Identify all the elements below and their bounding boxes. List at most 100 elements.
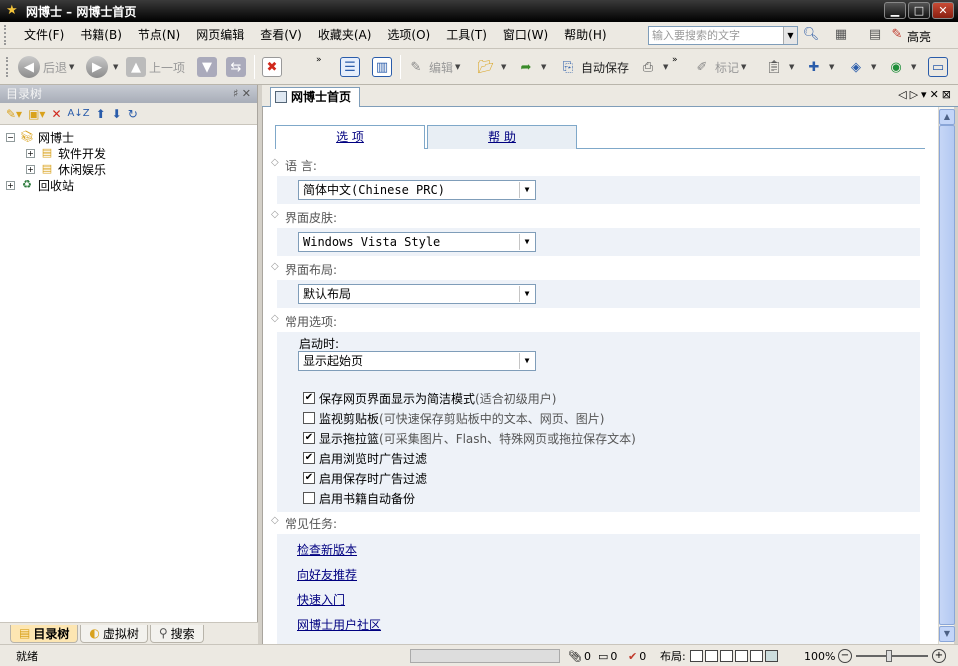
capture-button[interactable]: ✚ ▼	[804, 54, 835, 80]
zoom-slider-thumb[interactable]	[886, 650, 892, 662]
menu-window[interactable]: 窗口(W)	[495, 22, 556, 48]
chevron-down-icon[interactable]: ▼	[519, 182, 534, 198]
print-button[interactable]: ⎙ ▼	[638, 54, 669, 80]
search-input[interactable]: 输入要搜索的文字 ▼	[648, 26, 798, 45]
menu-favorites[interactable]: 收藏夹(A)	[310, 22, 380, 48]
skin-select[interactable]: Windows Vista Style ▼	[298, 232, 536, 252]
layout-option-icon[interactable]	[689, 650, 703, 662]
view-mode-button[interactable]: ☰	[340, 54, 363, 80]
layout-select[interactable]: 默认布局 ▼	[298, 284, 536, 304]
scroll-thumb[interactable]	[939, 125, 955, 625]
checkbox-drag-basket[interactable]: ✔ 显示拖拉篮 (可采集图片、Flash、特殊网页或拖拉保存文本)	[303, 429, 636, 447]
stop-button[interactable]: ✖	[262, 54, 285, 80]
link-check-update[interactable]: 检查新版本	[297, 541, 357, 558]
link-quick-start[interactable]: 快速入门	[297, 591, 345, 608]
menu-options[interactable]: 选项(O)	[379, 22, 438, 48]
menu-books[interactable]: 书籍(B)	[72, 22, 130, 48]
checkbox[interactable]: ✔	[303, 392, 315, 404]
export-button[interactable]: ➦ ▼	[516, 54, 547, 80]
close-button[interactable]: ✕	[932, 2, 954, 19]
tab-home-page[interactable]: 网博士首页	[270, 87, 361, 107]
minimize-button[interactable]: ▁	[884, 2, 906, 19]
autosave-button[interactable]: ⎘ 自动保存	[558, 54, 629, 80]
chevron-down-icon[interactable]: ▼	[519, 286, 534, 302]
link-recommend[interactable]: 向好友推荐	[297, 566, 357, 583]
collapse-icon[interactable]: −	[6, 132, 15, 142]
forward-button[interactable]: ▶ ▼	[86, 54, 118, 80]
open-folder-button[interactable]: 📂︎ ▼	[476, 54, 507, 80]
window-button[interactable]: ▭	[928, 54, 951, 80]
prev-item-button[interactable]: ▲ 上一项	[126, 54, 185, 80]
checkbox[interactable]: ✔	[303, 432, 315, 444]
layout-option-icon[interactable]	[764, 650, 778, 662]
checkbox[interactable]: ✔	[303, 452, 315, 464]
tab-search[interactable]: ⚲ 搜索	[149, 624, 204, 643]
zoom-control[interactable]: − +	[838, 648, 946, 664]
globe-button[interactable]: ◉ ▼	[886, 54, 916, 80]
scroll-up-button[interactable]: ▲	[939, 109, 955, 125]
tab-directory-tree[interactable]: ▤ 目录树	[10, 624, 79, 643]
sync-button[interactable]: ⇆	[226, 54, 249, 80]
checkbox[interactable]	[303, 492, 315, 504]
expand-icon[interactable]: +	[26, 164, 35, 174]
zoom-out-icon[interactable]: −	[838, 649, 852, 663]
expand-icon[interactable]: +	[26, 148, 35, 158]
menu-help[interactable]: 帮助(H)	[556, 22, 614, 48]
checkbox-simple-mode[interactable]: ✔ 保存网页界面显示为简洁模式 (适合初级用户)	[303, 389, 556, 407]
toolbar-overflow-1[interactable]: »	[316, 55, 322, 65]
search-history-dropdown[interactable]: ▼	[783, 27, 797, 44]
tree-node-software[interactable]: + ▤ 软件开发	[6, 145, 257, 161]
new-folder-icon[interactable]: ▣▾	[28, 107, 45, 121]
layout-option-icon[interactable]	[734, 650, 748, 662]
checkbox[interactable]	[303, 412, 315, 424]
checkbox[interactable]: ✔	[303, 472, 315, 484]
menu-file[interactable]: 文件(F)	[16, 22, 72, 48]
chevron-down-icon[interactable]: ▼	[519, 353, 534, 369]
next-item-button[interactable]: ▼	[197, 54, 220, 80]
mark-button[interactable]: ✐ 标记 ▼	[692, 54, 747, 80]
checkbox-save-adfilter[interactable]: ✔ 启用保存时广告过滤	[303, 469, 427, 487]
tree-node-leisure[interactable]: + ▤ 休闲娱乐	[6, 161, 257, 177]
edit-button[interactable]: ✎ 编辑 ▼	[406, 54, 461, 80]
zoom-slider[interactable]	[856, 650, 928, 662]
tree-node-recycle[interactable]: + ♻ 回收站	[6, 177, 257, 193]
move-down-icon[interactable]: ⬇	[112, 107, 122, 121]
menubar-grip[interactable]	[4, 25, 10, 45]
page-find-icon[interactable]: ▤	[866, 26, 884, 44]
toolbar-grip[interactable]	[6, 57, 12, 77]
toolbar-overflow-2[interactable]: »	[672, 55, 678, 65]
color-button[interactable]: ◈ ▼	[846, 54, 876, 80]
menu-tools[interactable]: 工具(T)	[438, 22, 495, 48]
checkbox-browse-adfilter[interactable]: ✔ 启用浏览时广告过滤	[303, 449, 427, 467]
move-up-icon[interactable]: ⬆	[96, 107, 106, 121]
tree-node-root[interactable]: − 📚︎ 网博士	[6, 129, 257, 145]
tab-help[interactable]: 帮 助	[427, 125, 577, 149]
menu-view[interactable]: 查看(V)	[252, 22, 310, 48]
search-options-icon[interactable]: ▦	[832, 26, 850, 44]
tab-options[interactable]: 选 项	[275, 125, 425, 149]
highlight-pen-icon[interactable]: ✎	[888, 26, 906, 44]
delete-icon[interactable]: ✕	[51, 107, 61, 121]
expand-icon[interactable]: +	[6, 180, 15, 190]
notes-button[interactable]: 📋︎ ▼	[764, 54, 795, 80]
chevron-down-icon[interactable]: ▼	[519, 234, 534, 250]
zoom-in-icon[interactable]: +	[932, 649, 946, 663]
vertical-scrollbar[interactable]: ▲ ▼	[938, 107, 955, 644]
highlight-label[interactable]: 高亮	[907, 28, 931, 45]
link-community[interactable]: 网博士用户社区	[297, 616, 381, 633]
layout-option-icon[interactable]	[749, 650, 763, 662]
scroll-down-button[interactable]: ▼	[939, 626, 955, 642]
menu-nodes[interactable]: 节点(N)	[130, 22, 188, 48]
add-book-icon[interactable]: ✎▾	[6, 107, 22, 121]
menu-webedit[interactable]: 网页编辑	[188, 22, 252, 48]
layout-option-icon[interactable]	[719, 650, 733, 662]
back-button[interactable]: ◀ 后退 ▼	[18, 54, 74, 80]
checkbox-auto-backup[interactable]: 启用书籍自动备份	[303, 489, 415, 507]
maximize-button[interactable]: □	[908, 2, 930, 19]
tab-virtual-tree[interactable]: ◐ 虚拟树	[80, 624, 148, 643]
split-view-button[interactable]: ▥	[372, 54, 395, 80]
refresh-icon[interactable]: ↻	[128, 107, 138, 121]
sort-az-icon[interactable]: A↓Z	[68, 108, 90, 119]
startup-select[interactable]: 显示起始页 ▼	[298, 351, 536, 371]
tab-navigation[interactable]: ◁▷▾✕⊠	[898, 88, 954, 101]
